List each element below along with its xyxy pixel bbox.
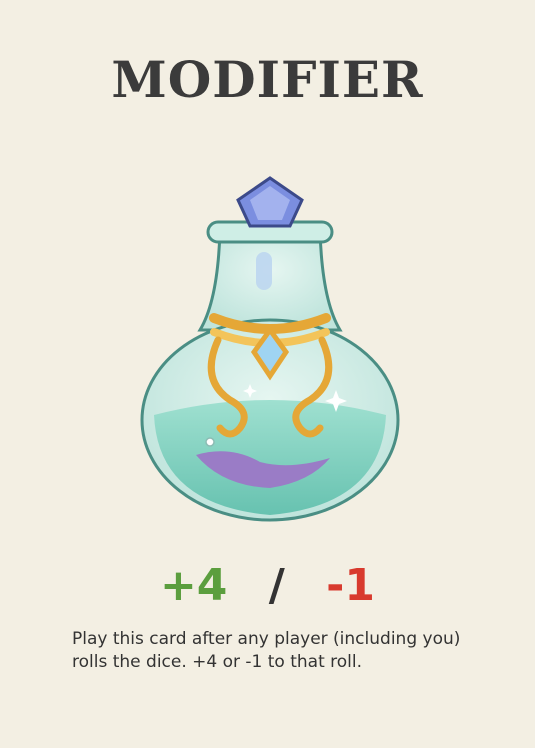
modifier-plus: +4 — [159, 560, 228, 611]
card-description: Play this card after any player (includi… — [72, 629, 461, 672]
modifier-card[interactable]: MODIFIER +4 / -1 Play this card after an… — [0, 0, 535, 748]
card-title: MODIFIER — [111, 50, 424, 109]
potion-bottle-icon — [140, 176, 400, 522]
modifier-separator: / — [268, 560, 285, 611]
modifier-minus: -1 — [326, 560, 376, 611]
modifier-values: +4 / -1 — [0, 560, 535, 611]
